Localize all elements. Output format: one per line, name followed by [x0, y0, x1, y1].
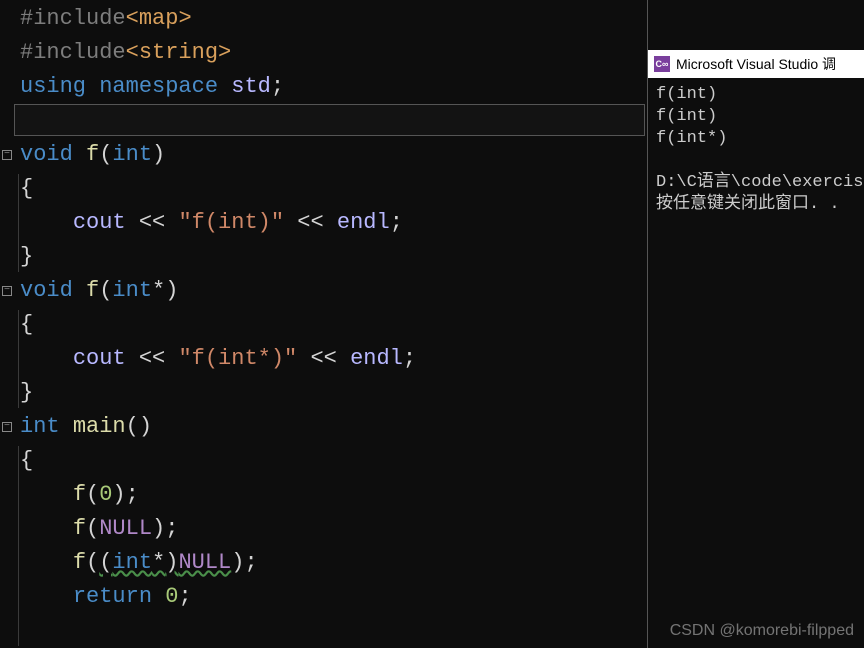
fold-toggle-icon[interactable]: − — [2, 150, 12, 160]
code-line[interactable] — [20, 104, 641, 138]
code-line[interactable]: cout << "f(int*)" << endl; — [20, 342, 641, 376]
code-line[interactable]: return 0; — [20, 580, 641, 614]
code-line[interactable]: } — [20, 240, 641, 274]
code-line[interactable]: { — [20, 308, 641, 342]
indent-guide — [18, 174, 19, 272]
visual-studio-icon: C∞ — [654, 56, 670, 72]
code-line[interactable]: using namespace std; — [20, 70, 641, 104]
indent-guide — [18, 446, 19, 646]
code-line[interactable]: cout << "f(int)" << endl; — [20, 206, 641, 240]
code-editor[interactable]: − − − #include<map>#include<string>using n… — [0, 0, 648, 648]
code-line[interactable]: void f(int) — [20, 138, 641, 172]
fold-toggle-icon[interactable]: − — [2, 422, 12, 432]
code-line[interactable]: f(0); — [20, 478, 641, 512]
code-area[interactable]: #include<map>#include<string>using names… — [14, 0, 647, 616]
code-line[interactable]: int main() — [20, 410, 641, 444]
code-line[interactable]: #include<map> — [20, 2, 641, 36]
code-line[interactable]: f((int*)NULL); — [20, 546, 641, 580]
indent-guide — [18, 310, 19, 408]
code-line[interactable]: f(NULL); — [20, 512, 641, 546]
output-title-text: Microsoft Visual Studio 调 — [676, 50, 836, 78]
fold-toggle-icon[interactable]: − — [2, 286, 12, 296]
output-window-title: C∞ Microsoft Visual Studio 调 — [648, 50, 864, 78]
console-output[interactable]: f(int) f(int) f(int*) D:\C语言\code\exerci… — [648, 78, 864, 222]
code-line[interactable]: { — [20, 172, 641, 206]
code-line[interactable]: #include<string> — [20, 36, 641, 70]
code-line[interactable]: void f(int*) — [20, 274, 641, 308]
code-line[interactable]: { — [20, 444, 641, 478]
code-line[interactable]: } — [20, 376, 641, 410]
fold-gutter: − − − — [0, 0, 14, 648]
watermark-text: CSDN @komorebi-filpped — [670, 622, 854, 640]
